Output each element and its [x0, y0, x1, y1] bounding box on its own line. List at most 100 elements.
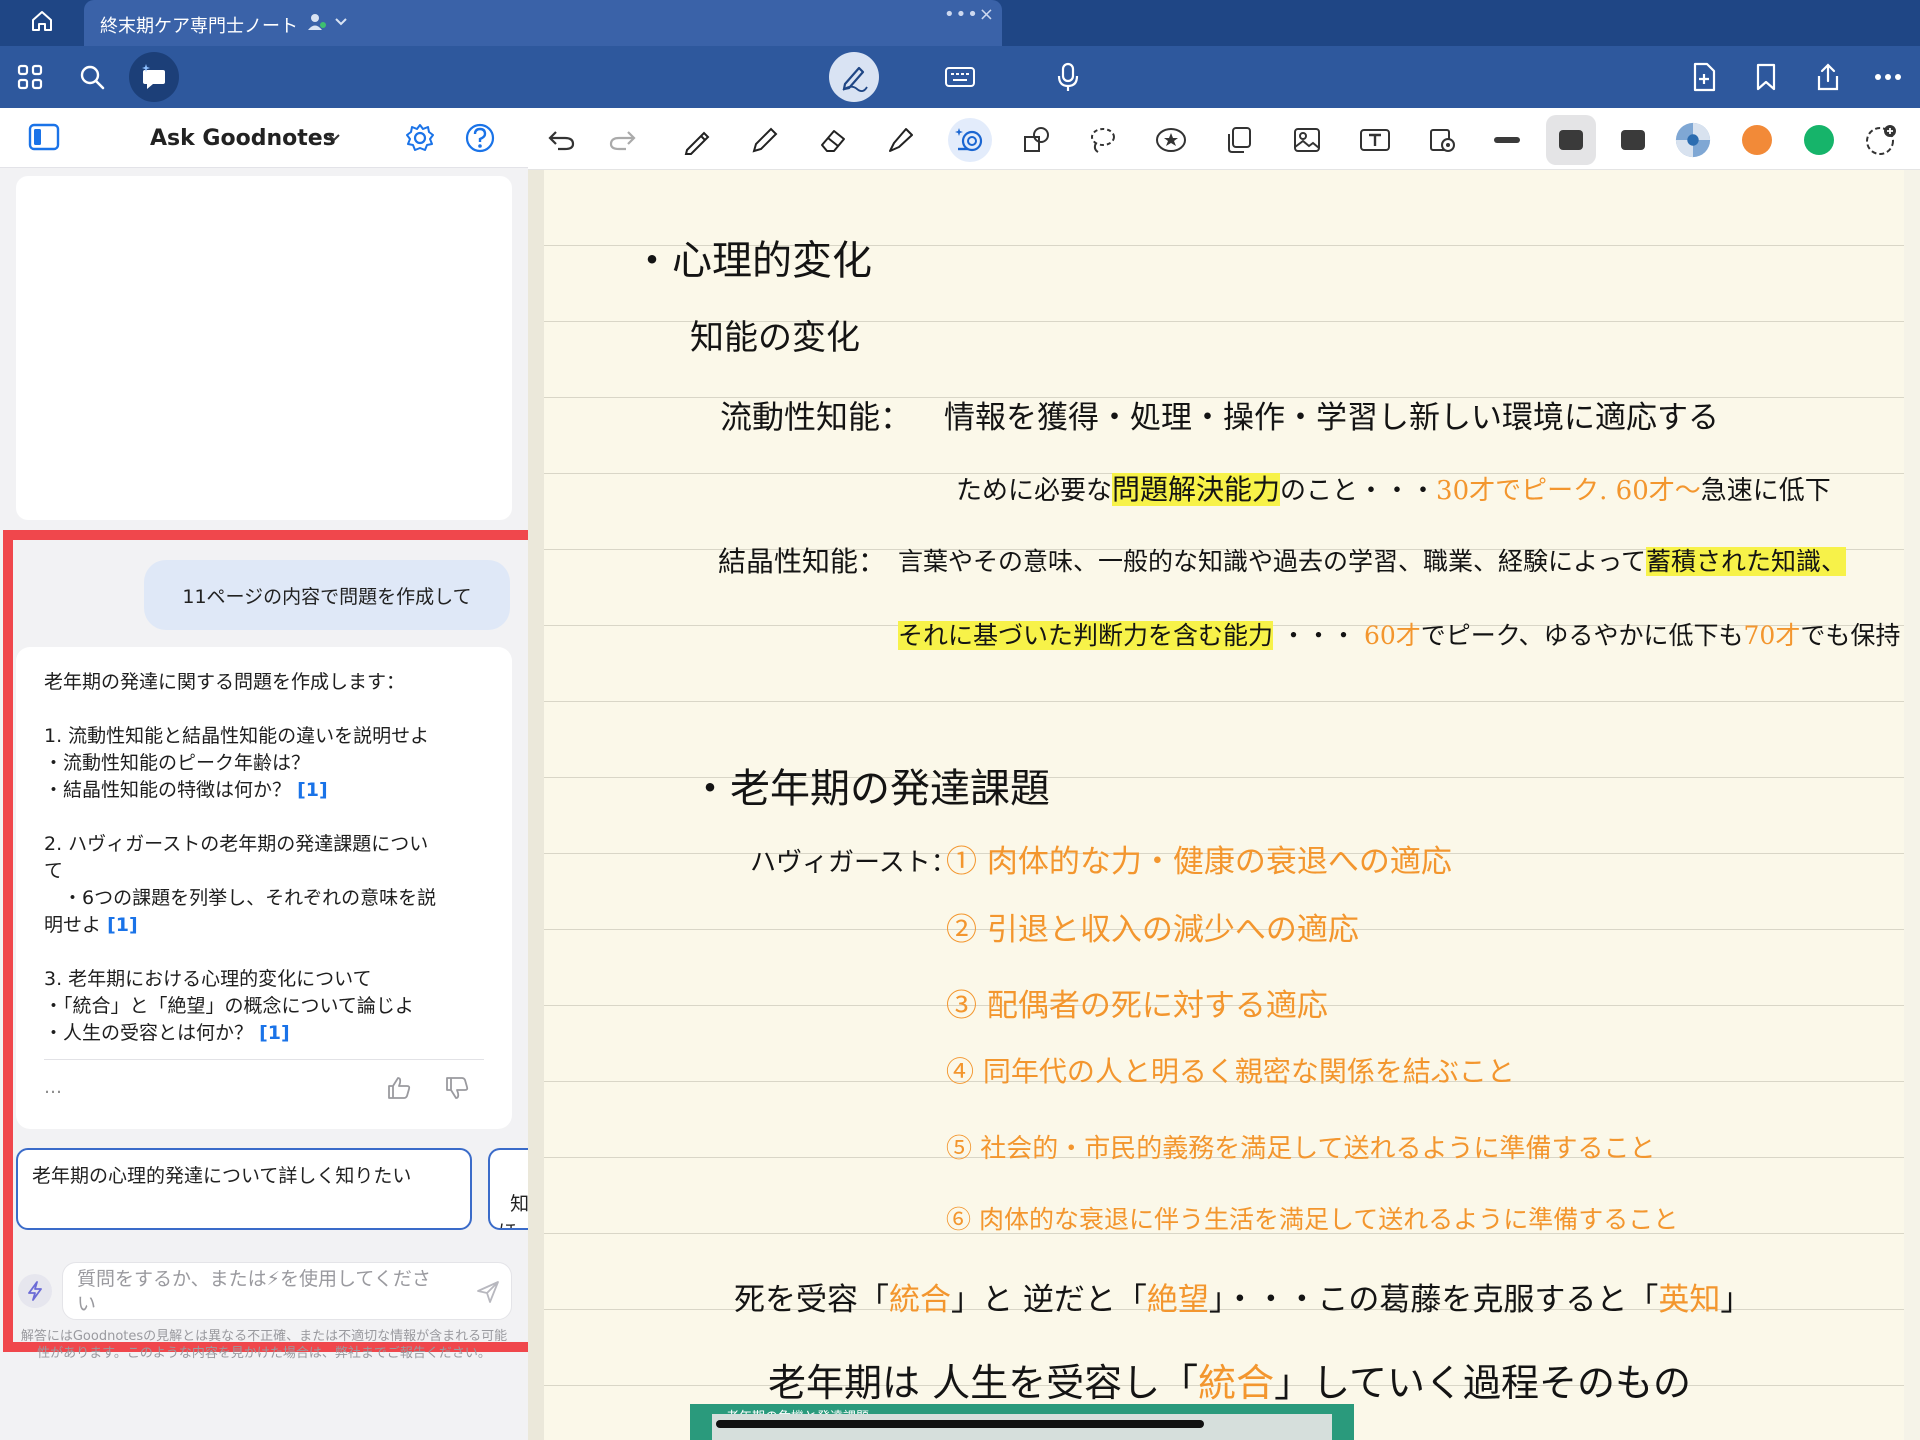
note-fluid-peak: 30才でピーク. — [1436, 476, 1608, 506]
send-icon[interactable] — [475, 1279, 501, 1309]
lightning-shortcut-icon[interactable] — [18, 1274, 52, 1308]
note-fluid-line-1: 情報を獲得・処理・操作・学習し新しい環境に適応する — [944, 400, 1719, 436]
pencil-tool-icon[interactable] — [746, 121, 784, 159]
note-crystallized-line-2: それに基づいた判断力を含む能力 ・・・ 60才でピーク、ゆるやかに低下も70才で… — [898, 616, 1900, 652]
note-fluid-decline-age: 60才～ — [1615, 476, 1701, 506]
note-death-g: 」 — [1720, 1282, 1752, 1318]
eraser-tool-icon[interactable] — [814, 121, 852, 159]
note-task-2: ② 引退と収入の減少への適応 — [946, 912, 1359, 948]
answer-more-options[interactable]: … — [44, 1077, 62, 1098]
note-task-6: ⑥ 肉体的な衰退に伴う生活を満足して送れるように準備すること — [946, 1205, 1679, 1234]
handwriting-mode-icon[interactable] — [829, 52, 879, 102]
grid-icon[interactable] — [10, 57, 50, 97]
stroke-width-thin-icon[interactable] — [1488, 121, 1526, 159]
shapes-icon[interactable] — [1018, 121, 1056, 159]
elements-icon[interactable] — [1220, 121, 1258, 159]
note-crystallized-line-1-a: 言葉やその意味、一般的な知識や過去の学習、職業、経験によって — [898, 547, 1647, 576]
add-page-icon[interactable] — [1684, 57, 1724, 97]
tab-menu-chevron-icon[interactable] — [334, 13, 348, 32]
suggestion-chip-1-text: 老年期の心理的発達について詳しく知りたい — [32, 1165, 412, 1187]
note-havighurst-label: ハヴィガースト： — [750, 848, 957, 878]
note-crystallized-line-1: 言葉やその意味、一般的な知識や過去の学習、職業、経験によって蓄積された知識、 — [898, 542, 1847, 578]
search-icon[interactable] — [72, 57, 112, 97]
page-edge — [528, 170, 544, 1440]
note-final-a: 老年期は 人生を受容し「 — [768, 1361, 1199, 1405]
bookmark-icon[interactable] — [1746, 57, 1786, 97]
note-fluid-decline: 急速に低下 — [1700, 476, 1831, 506]
note-despair: 絶望 — [1146, 1282, 1209, 1318]
question-3-item-a-text: ・「統合」と「絶望」の概念について論じよ — [44, 995, 414, 1017]
note-crystallized-retain: でも保持 — [1800, 621, 1901, 650]
color-swatch-orange[interactable] — [1738, 121, 1776, 159]
suggestion-chip-2[interactable]: 知 ほ — [488, 1148, 528, 1230]
note-death-a: 死を受容「 — [734, 1282, 889, 1318]
highlighter-tool-icon[interactable] — [882, 121, 920, 159]
share-export-icon[interactable] — [1808, 57, 1848, 97]
note-heading-developmental-tasks: ・老年期の発達課題 — [690, 766, 1050, 812]
citation-link[interactable]: [1] — [107, 914, 138, 936]
camera-capture-icon[interactable] — [1424, 121, 1462, 159]
note-fluid-line-2-a: ために必要な — [956, 476, 1113, 506]
question-2-title-line-2: て — [44, 860, 64, 882]
image-insert-icon[interactable] — [1288, 121, 1326, 159]
note-task-4: ④ 同年代の人と明るく親密な関係を結ぶこと — [946, 1055, 1515, 1088]
note-crystallized-retain-age: 70才 — [1743, 621, 1801, 650]
question-3-title: 3. 老年期における心理的変化について — [44, 968, 372, 990]
undo-icon[interactable] — [542, 121, 580, 159]
previous-response-area — [16, 176, 512, 520]
sidebar-toggle-icon[interactable] — [28, 122, 60, 156]
question-input[interactable]: 質問をするか、または⚡を使用してください — [62, 1262, 512, 1320]
more-options-icon[interactable] — [1868, 57, 1908, 97]
panel-header: Ask Goodnotes — [0, 108, 528, 168]
question-3-item-b-text: ・人生の受容とは何か？ — [44, 1022, 254, 1044]
suggestion-chip-1[interactable]: 老年期の心理的発達について詳しく知りたい — [16, 1148, 472, 1230]
question-2-item-line-1: ・6つの課題を列挙し、それぞれの意味を説 — [44, 887, 437, 909]
tab-close-dots-icon[interactable]: •••× — [944, 4, 995, 25]
question-input-row: 質問をするか、または⚡を使用してください — [16, 1262, 512, 1320]
note-fluid-line-2-c: のこと・・・ — [1280, 476, 1437, 506]
color-swatch-blue[interactable] — [1674, 121, 1712, 159]
text-box-icon[interactable] — [1356, 121, 1394, 159]
tab-bar: 終末期ケア専門士ノート •••× — [0, 0, 1920, 46]
home-button[interactable] — [22, 8, 62, 38]
question-1-title: 1. 流動性知能と結晶性知能の違いを説明せよ — [44, 725, 430, 747]
note-crystallized-line-2-d: でピーク、ゆるやかに低下も — [1420, 621, 1744, 650]
panel-title-chevron-icon[interactable] — [326, 130, 342, 149]
stickers-icon[interactable] — [1152, 121, 1190, 159]
panel-title[interactable]: Ask Goodnotes — [150, 126, 336, 151]
ask-goodnotes-icon[interactable] — [129, 52, 179, 102]
add-color-icon[interactable] — [1862, 121, 1900, 159]
settings-gear-icon[interactable] — [404, 122, 436, 158]
shape-tool-icon[interactable] — [948, 118, 992, 162]
color-swatch-green[interactable] — [1800, 121, 1838, 159]
question-1-item-b: ・結晶性知能の特徴は何か？ [1] — [44, 777, 484, 804]
main-toolbar — [0, 46, 1920, 108]
note-crystallized-label: 結晶性知能： — [718, 545, 887, 578]
citation-link[interactable]: [1] — [297, 779, 328, 801]
ai-disclaimer: 解答にはGoodnotesの見解とは異なる不正確、または不適切な情報が含まれる可… — [20, 1329, 508, 1361]
help-icon[interactable] — [464, 122, 496, 158]
document-tab[interactable]: 終末期ケア専門士ノート •••× — [84, 0, 1002, 46]
stroke-width-medium-icon[interactable] — [1546, 115, 1596, 165]
question-1-item-b-text: ・結晶性知能の特徴は何か？ — [44, 779, 292, 801]
pen-tool-icon[interactable] — [678, 121, 716, 159]
suggestion-chip-2-text: 知 ほ — [498, 1193, 528, 1228]
note-crystallized-accumulated: 蓄積された知識、 — [1646, 547, 1847, 576]
thumbs-down-icon[interactable] — [444, 1075, 470, 1105]
note-final-integration: 統合 — [1198, 1361, 1275, 1405]
microphone-icon[interactable] — [1048, 57, 1088, 97]
answer-text: 老年期の発達に関する問題を作成します： 1. 流動性知能と結晶性知能の違いを説明… — [44, 669, 484, 1047]
question-2-title-line-1: 2. ハヴィガーストの老年期の発達課題につい — [44, 833, 429, 855]
note-fluid-intelligence-label: 流動性知能： — [720, 398, 913, 436]
citation-link[interactable]: [1] — [259, 1022, 290, 1044]
question-input-placeholder: 質問をするか、または⚡を使用してください — [77, 1268, 431, 1315]
keyboard-icon[interactable] — [940, 57, 980, 97]
redo-icon[interactable] — [604, 121, 642, 159]
question-3-item-a: ・「統合」と「絶望」の概念について論じよ — [44, 993, 484, 1020]
document-tab-title: 終末期ケア専門士ノート — [100, 16, 298, 37]
note-crystallized-ellipsis: ・・・ — [1280, 621, 1356, 650]
lasso-tool-icon[interactable] — [1084, 121, 1122, 159]
home-indicator[interactable] — [716, 1420, 1204, 1428]
thumbs-up-icon[interactable] — [386, 1075, 412, 1105]
stroke-width-thick-icon[interactable] — [1614, 121, 1652, 159]
